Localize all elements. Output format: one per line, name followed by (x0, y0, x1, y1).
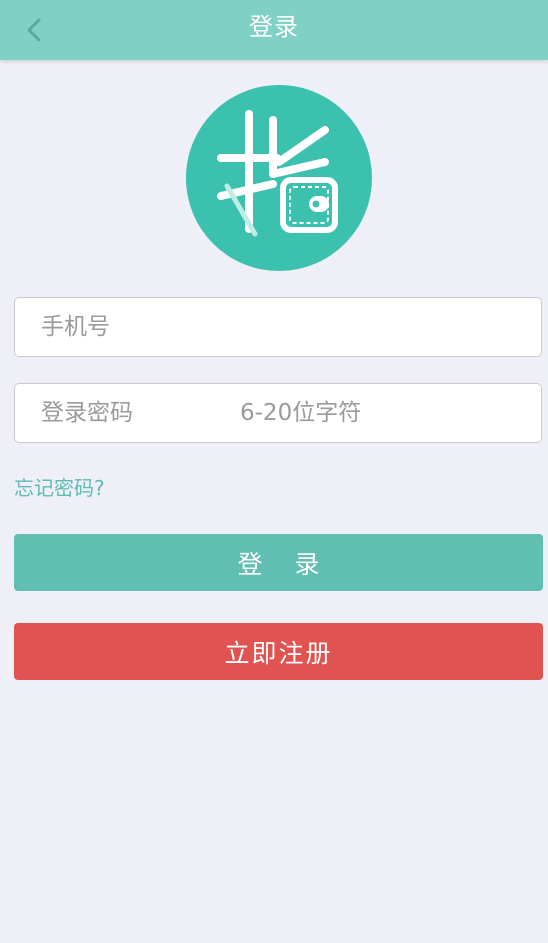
login-button[interactable]: 登 录 (14, 534, 543, 591)
phone-input[interactable] (14, 297, 542, 357)
app-logo (186, 85, 372, 271)
password-input[interactable] (14, 383, 542, 443)
forgot-password-link[interactable]: 忘记密码? (14, 472, 105, 501)
page-title: 登录 (249, 13, 299, 41)
register-button[interactable]: 立即注册 (14, 623, 543, 680)
top-bar: 登录 (0, 0, 548, 60)
